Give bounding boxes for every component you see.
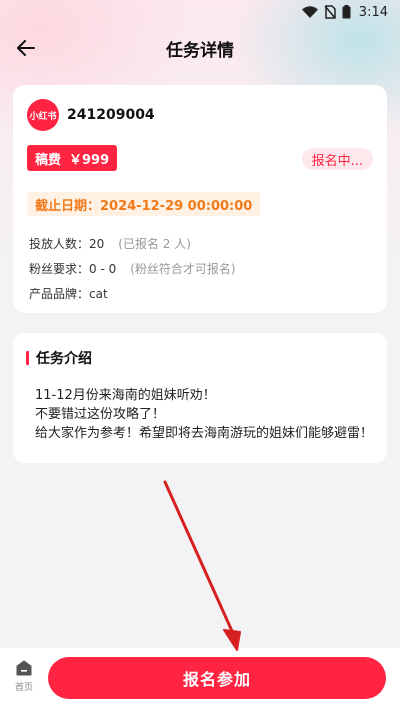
info-note: (粉丝符合才可报名) [130, 262, 236, 276]
fee-badge: 稿费 ￥999 [27, 145, 118, 171]
join-button[interactable]: 报名参加 [48, 657, 386, 699]
page-title: 任务详情 [166, 40, 234, 61]
wifi-icon [301, 6, 318, 18]
status-time: 3:14 [358, 4, 388, 20]
deadline-label: 截止日期：2024-12-29 00:00:00 [27, 192, 261, 216]
status-badge: 报名中... [301, 148, 373, 170]
page-header: 任务详情 [0, 28, 400, 68]
section-title: 任务介绍 [26, 348, 92, 368]
annotation-arrow-head [223, 629, 241, 651]
task-description-card: 任务介绍 11-12月份来海南的姐妹听劝！ 不要错过这份攻略了！ 给大家作为参考… [13, 333, 387, 463]
fee-label: 稿费 [35, 152, 62, 168]
description-line: 不要错过这份攻略了！ [35, 407, 166, 422]
status-bar: 3:14 [0, 0, 400, 24]
no-sim-icon [324, 5, 336, 19]
task-id: 241209004 [67, 107, 155, 123]
info-label: 产品品牌： [29, 287, 90, 301]
bottom-bar: 首页 报名参加 [0, 648, 400, 712]
fee-value: ￥999 [69, 152, 110, 168]
home-icon [16, 660, 32, 676]
section-title-text: 任务介绍 [36, 351, 92, 367]
battery-icon [342, 5, 351, 19]
info-label: 投放人数： [29, 237, 90, 251]
home-tab[interactable]: 首页 [8, 660, 40, 693]
status-icons [301, 5, 351, 19]
info-value: 20 [89, 236, 105, 251]
description-text: 11-12月份来海南的姐妹听劝！ 不要错过这份攻略了！ 给大家作为参考！希望即将… [35, 386, 373, 443]
info-value: cat [89, 286, 108, 301]
back-button[interactable] [12, 34, 40, 62]
arrow-left-icon [17, 40, 35, 56]
section-accent-bar [26, 351, 29, 365]
description-line: 给大家作为参考！希望即将去海南游玩的姐妹们能够避雷！ [35, 426, 374, 441]
brand-logo: 小红书 [27, 99, 59, 131]
info-note: (已报名 2 人) [118, 237, 191, 251]
info-value: 0 - 0 [89, 261, 117, 276]
info-row-followers: 粉丝要求： 0 - 0 (粉丝符合才可报名) [29, 260, 236, 277]
annotation-arrow-line [163, 480, 238, 642]
task-info-card: 小红书 241209004 稿费 ￥999 报名中... 截止日期：2024-1… [13, 85, 387, 313]
info-row-brand: 产品品牌： cat [29, 285, 108, 302]
brand-row: 小红书 241209004 [27, 99, 155, 131]
info-label: 粉丝要求： [29, 262, 90, 276]
home-tab-label: 首页 [14, 683, 33, 693]
info-row-participants: 投放人数： 20 (已报名 2 人) [29, 235, 191, 252]
description-line: 11-12月份来海南的姐妹听劝！ [35, 388, 216, 403]
